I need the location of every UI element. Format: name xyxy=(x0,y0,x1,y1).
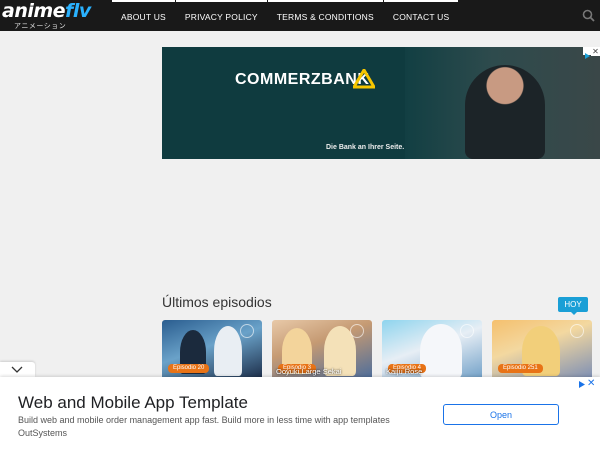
main-nav: ABOUT US PRIVACY POLICY TERMS & CONDITIO… xyxy=(112,0,459,31)
ad-photo xyxy=(405,47,600,159)
episode-list: Episodio 20 Episodio 3 Ooyuki Large Seka… xyxy=(162,320,592,380)
episode-title: Ooyuki Large Sekai xyxy=(276,367,342,376)
site-logo[interactable]: animeflv アニメーション xyxy=(2,0,91,31)
ad-close-icon[interactable]: ✕ xyxy=(591,47,600,56)
ad-person-image xyxy=(465,65,545,159)
ad-collapse-toggle[interactable] xyxy=(0,362,35,377)
ad-description: Build web and mobile order management ap… xyxy=(18,415,390,438)
episode-badge: Episodio 251 xyxy=(498,364,543,373)
logo-anime: anime xyxy=(2,0,66,22)
logo-flv: flv xyxy=(65,0,91,22)
adchoices-icon[interactable] xyxy=(583,47,591,59)
play-icon xyxy=(350,324,364,338)
logo-subtitle: アニメーション xyxy=(14,23,67,30)
episode-card[interactable]: Episodio 251 xyxy=(492,320,592,380)
nav-terms-conditions[interactable]: TERMS & CONDITIONS xyxy=(267,0,383,31)
commerzbank-logo-icon xyxy=(353,69,375,89)
top-navbar: animeflv アニメーション ABOUT US PRIVACY POLICY… xyxy=(0,0,600,31)
play-icon xyxy=(460,324,474,338)
latest-episodes-title: Últimos episodios xyxy=(162,294,272,310)
episode-card[interactable]: Episodio 4 Kaiju Rose xyxy=(382,320,482,380)
play-icon xyxy=(570,324,584,338)
card-thumbnail xyxy=(420,324,462,378)
logo-text: animeflv xyxy=(2,0,91,22)
episode-badge: Episodio 20 xyxy=(168,364,210,373)
search-icon[interactable] xyxy=(582,9,595,22)
nav-contact-us[interactable]: CONTACT US xyxy=(383,0,459,31)
adchoices-icon[interactable] xyxy=(577,380,586,389)
commerzbank-ad[interactable]: COMMERZBANK Die Bank an Ihrer Seite. xyxy=(162,47,600,159)
nav-privacy-policy[interactable]: PRIVACY POLICY xyxy=(175,0,267,31)
play-icon xyxy=(240,324,254,338)
today-badge: HOY xyxy=(558,297,588,315)
ad-slogan: Die Bank an Ihrer Seite. xyxy=(326,144,405,151)
ad-brand-name: COMMERZBANK xyxy=(235,71,370,88)
episode-card[interactable]: Episodio 3 Ooyuki Large Sekai xyxy=(272,320,372,380)
ad-title[interactable]: Web and Mobile App Template xyxy=(18,393,248,413)
open-button[interactable]: Open xyxy=(443,404,559,425)
close-icon[interactable]: ✕ xyxy=(587,378,595,389)
episode-card[interactable]: Episodio 20 xyxy=(162,320,262,380)
episode-title: Kaiju Rose xyxy=(386,367,423,376)
nav-about-us[interactable]: ABOUT US xyxy=(112,0,175,31)
chevron-down-icon xyxy=(11,366,23,373)
bottom-ad[interactable]: ✕ Web and Mobile App Template Build web … xyxy=(0,377,600,450)
card-thumbnail xyxy=(214,326,242,376)
